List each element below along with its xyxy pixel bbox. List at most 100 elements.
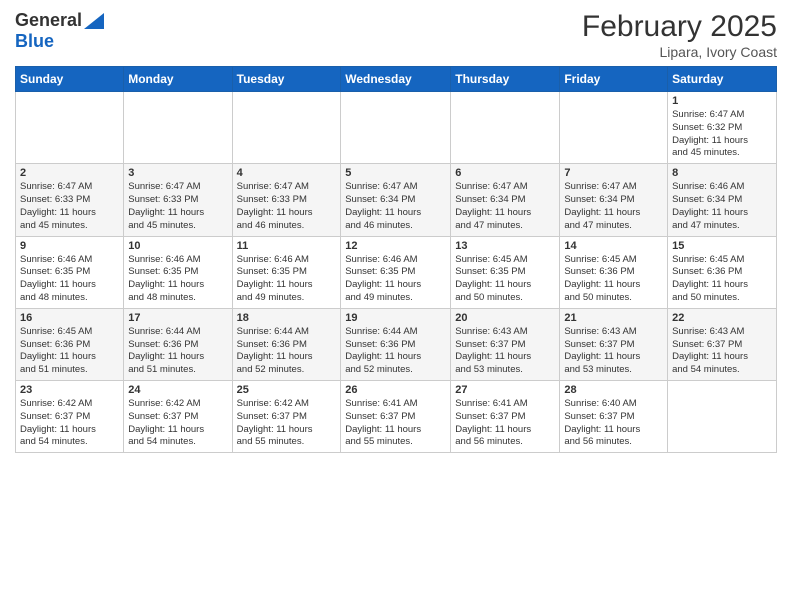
- day-number: 6: [455, 167, 555, 179]
- day-cell: 28 Sunrise: 6:40 AM Sunset: 6:37 PM Dayli…: [560, 381, 668, 453]
- day-info: Sunrise: 6:46 AM Sunset: 6:35 PM Dayligh…: [20, 254, 119, 305]
- day-info: Sunrise: 6:47 AM Sunset: 6:33 PM Dayligh…: [20, 181, 119, 232]
- day-cell: 21 Sunrise: 6:43 AM Sunset: 6:37 PM Dayli…: [560, 308, 668, 380]
- day-info: Sunrise: 6:42 AM Sunset: 6:37 PM Dayligh…: [237, 398, 337, 449]
- day-cell: [341, 92, 451, 164]
- day-number: 28: [564, 384, 663, 396]
- day-info: Sunrise: 6:47 AM Sunset: 6:34 PM Dayligh…: [345, 181, 446, 232]
- day-info: Sunrise: 6:47 AM Sunset: 6:33 PM Dayligh…: [128, 181, 227, 232]
- day-cell: [16, 92, 124, 164]
- month-title: February 2025: [582, 10, 777, 44]
- day-cell: 1Sunrise: 6:47 AM Sunset: 6:32 PM Daylig…: [668, 92, 777, 164]
- day-number: 12: [345, 240, 446, 252]
- title-block: February 2025 Lipara, Ivory Coast: [582, 10, 777, 60]
- day-cell: 9 Sunrise: 6:46 AM Sunset: 6:35 PM Daylig…: [16, 236, 124, 308]
- day-info: Sunrise: 6:43 AM Sunset: 6:37 PM Dayligh…: [455, 326, 555, 377]
- weekday-header-monday: Monday: [124, 67, 232, 92]
- week-row-1: 1Sunrise: 6:47 AM Sunset: 6:32 PM Daylig…: [16, 92, 777, 164]
- day-number: 1: [672, 95, 772, 107]
- day-number: 9: [20, 240, 119, 252]
- weekday-header-row: SundayMondayTuesdayWednesdayThursdayFrid…: [16, 67, 777, 92]
- day-info: Sunrise: 6:42 AM Sunset: 6:37 PM Dayligh…: [20, 398, 119, 449]
- day-cell: 16 Sunrise: 6:45 AM Sunset: 6:36 PM Dayli…: [16, 308, 124, 380]
- week-row-2: 2 Sunrise: 6:47 AM Sunset: 6:33 PM Daylig…: [16, 164, 777, 236]
- day-number: 11: [237, 240, 337, 252]
- day-number: 10: [128, 240, 227, 252]
- day-number: 4: [237, 167, 337, 179]
- day-number: 24: [128, 384, 227, 396]
- day-cell: 13 Sunrise: 6:45 AM Sunset: 6:35 PM Dayli…: [451, 236, 560, 308]
- day-info: Sunrise: 6:43 AM Sunset: 6:37 PM Dayligh…: [564, 326, 663, 377]
- day-info: Sunrise: 6:46 AM Sunset: 6:34 PM Dayligh…: [672, 181, 772, 232]
- day-info: Sunrise: 6:41 AM Sunset: 6:37 PM Dayligh…: [345, 398, 446, 449]
- day-cell: 4Sunrise: 6:47 AM Sunset: 6:33 PM Daylig…: [232, 164, 341, 236]
- day-number: 17: [128, 312, 227, 324]
- day-number: 27: [455, 384, 555, 396]
- day-info: Sunrise: 6:45 AM Sunset: 6:36 PM Dayligh…: [564, 254, 663, 305]
- day-number: 8: [672, 167, 772, 179]
- day-cell: 20 Sunrise: 6:43 AM Sunset: 6:37 PM Dayli…: [451, 308, 560, 380]
- weekday-header-tuesday: Tuesday: [232, 67, 341, 92]
- day-info: Sunrise: 6:44 AM Sunset: 6:36 PM Dayligh…: [128, 326, 227, 377]
- day-info: Sunrise: 6:44 AM Sunset: 6:36 PM Dayligh…: [345, 326, 446, 377]
- day-number: 19: [345, 312, 446, 324]
- logo-icon: [84, 13, 104, 29]
- page: General Blue February 2025 Lipara, Ivory…: [0, 0, 792, 468]
- week-row-3: 9 Sunrise: 6:46 AM Sunset: 6:35 PM Daylig…: [16, 236, 777, 308]
- day-cell: 7 Sunrise: 6:47 AM Sunset: 6:34 PM Daylig…: [560, 164, 668, 236]
- day-cell: 24 Sunrise: 6:42 AM Sunset: 6:37 PM Dayli…: [124, 381, 232, 453]
- day-info: Sunrise: 6:45 AM Sunset: 6:35 PM Dayligh…: [455, 254, 555, 305]
- day-number: 3: [128, 167, 227, 179]
- logo: General Blue: [15, 10, 104, 52]
- day-number: 18: [237, 312, 337, 324]
- header: General Blue February 2025 Lipara, Ivory…: [15, 10, 777, 60]
- day-cell: 14Sunrise: 6:45 AM Sunset: 6:36 PM Dayli…: [560, 236, 668, 308]
- day-cell: 18 Sunrise: 6:44 AM Sunset: 6:36 PM Dayli…: [232, 308, 341, 380]
- day-cell: 6 Sunrise: 6:47 AM Sunset: 6:34 PM Daylig…: [451, 164, 560, 236]
- day-cell: 26 Sunrise: 6:41 AM Sunset: 6:37 PM Dayli…: [341, 381, 451, 453]
- day-cell: 2 Sunrise: 6:47 AM Sunset: 6:33 PM Daylig…: [16, 164, 124, 236]
- day-cell: 22Sunrise: 6:43 AM Sunset: 6:37 PM Dayli…: [668, 308, 777, 380]
- day-cell: 27 Sunrise: 6:41 AM Sunset: 6:37 PM Dayli…: [451, 381, 560, 453]
- weekday-header-thursday: Thursday: [451, 67, 560, 92]
- day-cell: [451, 92, 560, 164]
- day-cell: 8 Sunrise: 6:46 AM Sunset: 6:34 PM Daylig…: [668, 164, 777, 236]
- day-cell: 3 Sunrise: 6:47 AM Sunset: 6:33 PM Daylig…: [124, 164, 232, 236]
- day-number: 16: [20, 312, 119, 324]
- day-number: 13: [455, 240, 555, 252]
- day-info: Sunrise: 6:44 AM Sunset: 6:36 PM Dayligh…: [237, 326, 337, 377]
- day-info: Sunrise: 6:42 AM Sunset: 6:37 PM Dayligh…: [128, 398, 227, 449]
- day-cell: 23 Sunrise: 6:42 AM Sunset: 6:37 PM Dayli…: [16, 381, 124, 453]
- day-info: Sunrise: 6:43 AM Sunset: 6:37 PM Dayligh…: [672, 326, 772, 377]
- logo-blue-text: Blue: [15, 31, 54, 51]
- day-cell: 17 Sunrise: 6:44 AM Sunset: 6:36 PM Dayli…: [124, 308, 232, 380]
- day-info: Sunrise: 6:46 AM Sunset: 6:35 PM Dayligh…: [345, 254, 446, 305]
- weekday-header-wednesday: Wednesday: [341, 67, 451, 92]
- day-cell: [232, 92, 341, 164]
- logo-general-text: General: [15, 10, 82, 31]
- week-row-5: 23 Sunrise: 6:42 AM Sunset: 6:37 PM Dayli…: [16, 381, 777, 453]
- day-cell: 11 Sunrise: 6:46 AM Sunset: 6:35 PM Dayli…: [232, 236, 341, 308]
- day-cell: 15Sunrise: 6:45 AM Sunset: 6:36 PM Dayli…: [668, 236, 777, 308]
- day-number: 23: [20, 384, 119, 396]
- day-cell: 25 Sunrise: 6:42 AM Sunset: 6:37 PM Dayli…: [232, 381, 341, 453]
- weekday-header-friday: Friday: [560, 67, 668, 92]
- day-number: 21: [564, 312, 663, 324]
- weekday-header-sunday: Sunday: [16, 67, 124, 92]
- day-number: 2: [20, 167, 119, 179]
- day-number: 5: [345, 167, 446, 179]
- day-number: 7: [564, 167, 663, 179]
- day-info: Sunrise: 6:40 AM Sunset: 6:37 PM Dayligh…: [564, 398, 663, 449]
- day-info: Sunrise: 6:41 AM Sunset: 6:37 PM Dayligh…: [455, 398, 555, 449]
- day-info: Sunrise: 6:47 AM Sunset: 6:34 PM Dayligh…: [564, 181, 663, 232]
- day-info: Sunrise: 6:46 AM Sunset: 6:35 PM Dayligh…: [128, 254, 227, 305]
- day-info: Sunrise: 6:46 AM Sunset: 6:35 PM Dayligh…: [237, 254, 337, 305]
- day-info: Sunrise: 6:45 AM Sunset: 6:36 PM Dayligh…: [20, 326, 119, 377]
- day-cell: 10 Sunrise: 6:46 AM Sunset: 6:35 PM Dayli…: [124, 236, 232, 308]
- day-info: Sunrise: 6:47 AM Sunset: 6:34 PM Dayligh…: [455, 181, 555, 232]
- day-number: 26: [345, 384, 446, 396]
- day-number: 25: [237, 384, 337, 396]
- day-number: 20: [455, 312, 555, 324]
- calendar: SundayMondayTuesdayWednesdayThursdayFrid…: [15, 66, 777, 453]
- day-cell: 12 Sunrise: 6:46 AM Sunset: 6:35 PM Dayli…: [341, 236, 451, 308]
